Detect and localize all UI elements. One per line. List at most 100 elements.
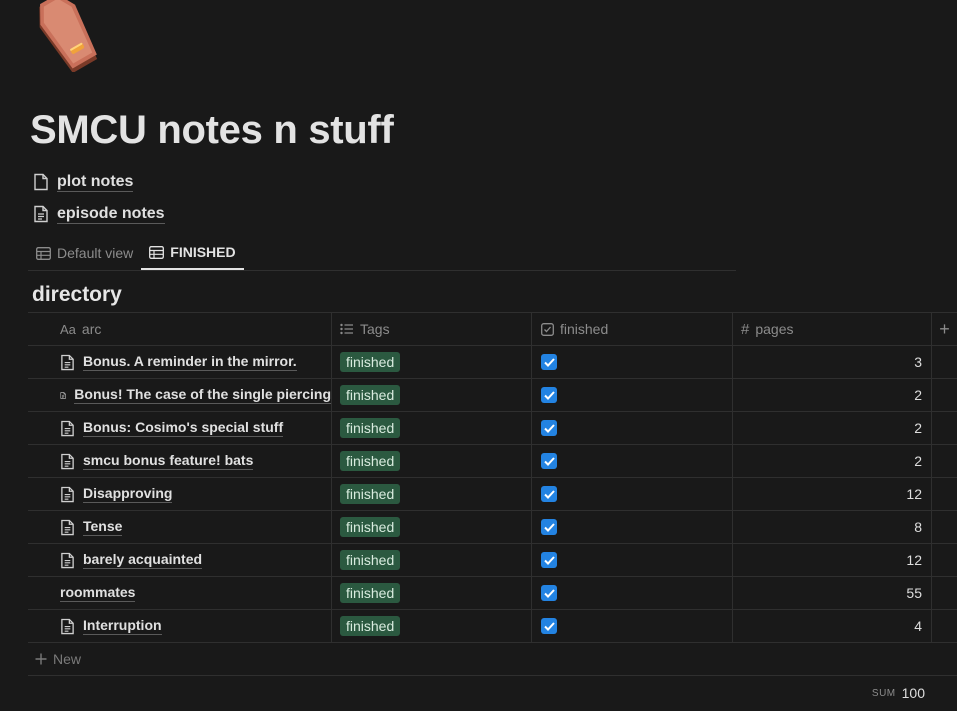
arc-cell[interactable]: Tense xyxy=(28,511,332,543)
page-text-icon xyxy=(61,420,74,436)
column-header-finished[interactable]: finished xyxy=(532,313,733,345)
finished-checkbox[interactable] xyxy=(541,585,557,601)
tab-finished[interactable]: FINISHED xyxy=(141,236,244,270)
arc-name[interactable]: Bonus! The case of the single piercing xyxy=(74,386,331,404)
coffin-icon[interactable] xyxy=(30,0,110,73)
pages-cell[interactable]: 12 xyxy=(733,544,932,576)
tags-cell[interactable]: finished xyxy=(332,346,532,378)
pages-cell[interactable]: 2 xyxy=(733,379,932,411)
arc-cell[interactable]: Bonus. A reminder in the mirror. xyxy=(28,346,332,378)
finished-cell xyxy=(532,478,733,510)
table-row[interactable]: Bonus! The case of the single piercing fi… xyxy=(28,379,957,412)
arc-name[interactable]: Interruption xyxy=(83,617,162,635)
finished-cell xyxy=(532,577,733,609)
pages-value: 2 xyxy=(914,387,922,403)
tags-cell[interactable]: finished xyxy=(332,577,532,609)
sub-page-label: plot notes xyxy=(57,173,134,192)
finished-cell xyxy=(532,445,733,477)
table-row[interactable]: smcu bonus feature! bats finished 2 xyxy=(28,445,957,478)
column-label: finished xyxy=(560,321,609,337)
table-row[interactable]: Bonus: Cosimo's special stuff finished 2 xyxy=(28,412,957,445)
arc-name[interactable]: smcu bonus feature! bats xyxy=(83,452,254,470)
table-row[interactable]: roommates finished 55 xyxy=(28,577,957,610)
pages-sum[interactable]: SUM 100 xyxy=(28,684,925,702)
checkmark-icon xyxy=(543,621,555,631)
finished-cell xyxy=(532,379,733,411)
pages-value: 2 xyxy=(914,420,922,436)
finished-checkbox[interactable] xyxy=(541,552,557,568)
number-icon: # xyxy=(741,320,750,338)
arc-name[interactable]: Disapproving xyxy=(83,485,173,503)
tags-cell[interactable]: finished xyxy=(332,544,532,576)
finished-checkbox[interactable] xyxy=(541,354,557,370)
notion-page: SMCU notes n stuff plot notes episode no… xyxy=(0,0,957,711)
pages-cell[interactable]: 12 xyxy=(733,478,932,510)
sum-value: 100 xyxy=(901,685,925,701)
table-icon xyxy=(149,245,165,259)
arc-cell[interactable]: roommates xyxy=(28,577,332,609)
new-row-button[interactable]: New xyxy=(28,643,957,676)
finished-checkbox[interactable] xyxy=(541,453,557,469)
sub-page-episode-notes[interactable]: episode notes xyxy=(33,202,165,226)
arc-cell[interactable]: Interruption xyxy=(28,610,332,642)
pages-cell[interactable]: 2 xyxy=(733,412,932,444)
tags-cell[interactable]: finished xyxy=(332,610,532,642)
sub-page-label: episode notes xyxy=(57,205,165,224)
finished-cell xyxy=(532,544,733,576)
checkmark-icon xyxy=(543,357,555,367)
finished-cell xyxy=(532,511,733,543)
table-row[interactable]: barely acquainted finished 12 xyxy=(28,544,957,577)
arc-name[interactable]: Bonus: Cosimo's special stuff xyxy=(83,419,284,437)
arc-name[interactable]: roommates xyxy=(60,584,136,602)
pages-cell[interactable]: 8 xyxy=(733,511,932,543)
arc-cell[interactable]: Bonus! The case of the single piercing xyxy=(28,379,332,411)
table-row[interactable]: Bonus. A reminder in the mirror. finished… xyxy=(28,346,957,379)
arc-name[interactable]: Tense xyxy=(83,518,123,536)
checkmark-icon xyxy=(543,489,555,499)
pages-cell[interactable]: 4 xyxy=(733,610,932,642)
pages-cell[interactable]: 55 xyxy=(733,577,932,609)
add-property-button[interactable]: + xyxy=(932,313,957,345)
tags-cell[interactable]: finished xyxy=(332,412,532,444)
status-tag: finished xyxy=(340,583,401,603)
table-icon xyxy=(36,246,51,260)
arc-cell[interactable]: barely acquainted xyxy=(28,544,332,576)
page-text-icon xyxy=(60,391,66,399)
pages-cell[interactable]: 2 xyxy=(733,445,932,477)
finished-checkbox[interactable] xyxy=(541,387,557,403)
table-row[interactable]: Disapproving finished 12 xyxy=(28,478,957,511)
tags-cell[interactable]: finished xyxy=(332,379,532,411)
arc-cell[interactable]: smcu bonus feature! bats xyxy=(28,445,332,477)
pages-cell[interactable]: 3 xyxy=(733,346,932,378)
finished-checkbox[interactable] xyxy=(541,486,557,502)
new-label: New xyxy=(53,651,82,667)
table-header: Aa arc Tags finished # pages + xyxy=(28,312,957,346)
finished-checkbox[interactable] xyxy=(541,420,557,436)
sub-page-plot-notes[interactable]: plot notes xyxy=(33,170,134,194)
table-row[interactable]: Tense finished 8 xyxy=(28,511,957,544)
column-header-pages[interactable]: # pages xyxy=(733,313,932,345)
page-title[interactable]: SMCU notes n stuff xyxy=(30,108,394,153)
arc-cell[interactable]: Bonus: Cosimo's special stuff xyxy=(28,412,332,444)
sum-label: SUM xyxy=(871,687,896,699)
arc-cell[interactable]: Disapproving xyxy=(28,478,332,510)
finished-checkbox[interactable] xyxy=(541,519,557,535)
column-header-tags[interactable]: Tags xyxy=(332,313,532,345)
checkmark-icon xyxy=(543,555,555,565)
finished-cell xyxy=(532,412,733,444)
table-row[interactable]: Interruption finished 4 xyxy=(28,610,957,643)
finished-checkbox[interactable] xyxy=(541,618,557,634)
column-header-arc[interactable]: Aa arc xyxy=(28,313,332,345)
tags-cell[interactable]: finished xyxy=(332,445,532,477)
arc-name[interactable]: barely acquainted xyxy=(83,551,203,569)
tags-cell[interactable]: finished xyxy=(332,478,532,510)
arc-name[interactable]: Bonus. A reminder in the mirror. xyxy=(83,353,297,371)
page-text-icon xyxy=(61,453,74,469)
finished-cell xyxy=(532,610,733,642)
pages-value: 8 xyxy=(914,519,922,535)
database-title[interactable]: directory xyxy=(32,283,122,307)
page-text-icon xyxy=(61,552,74,568)
tab-default-view[interactable]: Default view xyxy=(28,236,141,270)
status-tag: finished xyxy=(340,418,401,438)
tags-cell[interactable]: finished xyxy=(332,511,532,543)
